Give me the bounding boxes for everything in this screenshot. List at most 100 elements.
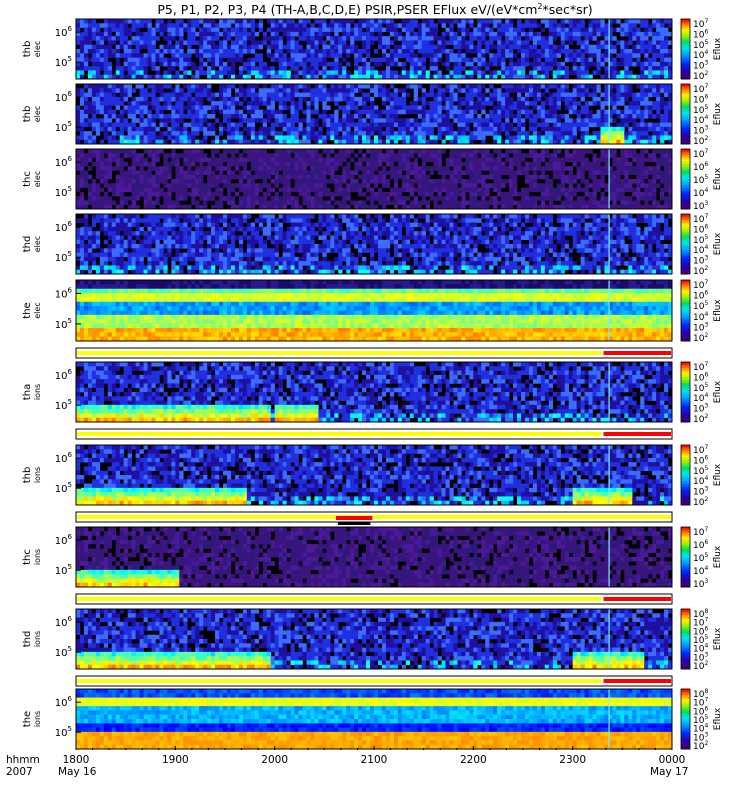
spectrogram-cell <box>274 70 279 76</box>
spectrogram-cell <box>532 23 538 28</box>
spectrogram-cell <box>652 49 657 54</box>
spectrogram-cell <box>517 49 522 54</box>
spectrogram-cell <box>91 101 97 106</box>
spectrogram-cell <box>262 183 268 188</box>
spectrogram-cell <box>417 61 422 67</box>
spectrogram-cell <box>123 196 128 201</box>
spectrogram-cell <box>119 44 124 50</box>
spectrogram-cell <box>417 153 422 158</box>
spectrogram-cell <box>298 126 303 132</box>
spectrogram-cell <box>135 84 140 89</box>
spectrogram-cell <box>322 149 327 154</box>
spectrogram-cell <box>366 84 371 89</box>
spectrogram-cell <box>457 187 462 193</box>
spectrogram-cell <box>604 122 609 128</box>
spectrogram-cell <box>175 131 180 136</box>
spectrogram-cell <box>433 49 438 54</box>
spectrogram-cell <box>632 105 637 111</box>
spectrogram-cell <box>584 126 589 132</box>
spectrogram-cell <box>421 114 426 119</box>
spectrogram-cell <box>636 122 641 128</box>
spectrogram-cell <box>588 92 593 98</box>
spectrogram-cell <box>286 23 291 28</box>
spectrogram-cell <box>99 23 105 28</box>
spectrogram-cell <box>199 40 204 46</box>
spectrogram-cell <box>262 88 268 93</box>
spectrogram-cell <box>481 109 486 115</box>
spectrogram-cell <box>314 27 319 33</box>
spectrogram-cell <box>139 88 144 93</box>
spectrogram-cell <box>79 57 85 63</box>
spectrogram-cell <box>254 96 260 102</box>
spectrogram-cell <box>266 118 271 123</box>
spectrogram-cell <box>234 191 240 197</box>
spectrogram-cell <box>298 61 303 67</box>
spectrogram-cell <box>552 118 558 123</box>
spectrogram-cell <box>389 84 395 89</box>
spectrogram-cell <box>401 66 407 71</box>
spectrogram-cell <box>171 157 176 163</box>
spectrogram-cell <box>417 135 422 141</box>
spectrogram-cell <box>358 161 363 167</box>
spectrogram-cell <box>203 27 208 33</box>
spectrogram-cell <box>401 166 407 171</box>
spectrogram-cell <box>509 135 514 141</box>
spectrogram-cell <box>223 66 228 71</box>
spectrogram-cell <box>417 40 422 46</box>
spectrogram-cell <box>393 27 399 33</box>
spectrogram-cell <box>425 174 430 180</box>
spectrogram-cell <box>330 126 335 132</box>
spectrogram-cell <box>560 96 566 102</box>
spectrogram-cell <box>79 49 85 54</box>
spectrogram-cell <box>314 44 319 50</box>
spectrogram-cell <box>199 19 204 24</box>
spectrogram-cell <box>226 122 232 128</box>
spectrogram-cell <box>409 57 415 63</box>
spectrogram-cell <box>441 149 446 154</box>
spectrogram-cell <box>234 57 240 63</box>
spectrogram-cell <box>556 31 562 37</box>
spectrogram-cell <box>544 70 550 76</box>
spectrogram-cell <box>413 23 418 28</box>
spectrogram-cell <box>203 44 208 50</box>
spectrogram-cell <box>405 131 411 136</box>
spectrogram-cell <box>505 179 510 184</box>
spectrogram-cell <box>381 196 387 201</box>
spectrogram-cell <box>131 96 136 102</box>
spectrogram-cell <box>405 109 411 115</box>
spectrogram-cell <box>584 101 589 106</box>
spectrogram-cell <box>103 66 109 71</box>
spectrogram-cell <box>83 23 89 28</box>
spectrogram-cell <box>298 157 303 163</box>
spectrogram-cell <box>127 105 132 111</box>
spectrogram-cell <box>461 170 466 176</box>
spectrogram-cell <box>393 196 399 201</box>
spectrogram-cell <box>664 122 669 128</box>
spectrogram-cell <box>302 157 307 163</box>
spectrogram-cell <box>250 179 256 184</box>
spectrogram-cell <box>290 114 295 119</box>
spectrogram-cell <box>266 96 271 102</box>
spectrogram-cell <box>664 84 669 89</box>
spectrogram-cell <box>298 187 303 193</box>
spectrogram-cell <box>521 27 526 33</box>
spectrogram-cell <box>262 126 268 132</box>
spectrogram-cell <box>485 40 490 46</box>
spectrogram-cell <box>246 200 252 206</box>
spectrogram-cell <box>187 36 192 41</box>
spectrogram-cell <box>425 153 430 158</box>
spectrogram-cell <box>95 200 101 206</box>
spectrogram-cell <box>441 200 446 206</box>
spectrogram-cell <box>445 84 450 89</box>
spectrogram-cell <box>270 66 275 71</box>
spectrogram-cell <box>119 96 124 102</box>
spectrogram-cell <box>135 57 140 63</box>
spectrogram-cell <box>552 149 558 154</box>
spectrogram-cell <box>481 157 486 163</box>
spectrogram-cell <box>540 196 546 201</box>
spectrogram-cell <box>584 40 589 46</box>
spectrogram-cell <box>358 131 363 136</box>
spectrogram-cell <box>95 96 101 102</box>
spectrogram-cell <box>127 114 132 119</box>
spectrogram-cell <box>366 187 371 193</box>
